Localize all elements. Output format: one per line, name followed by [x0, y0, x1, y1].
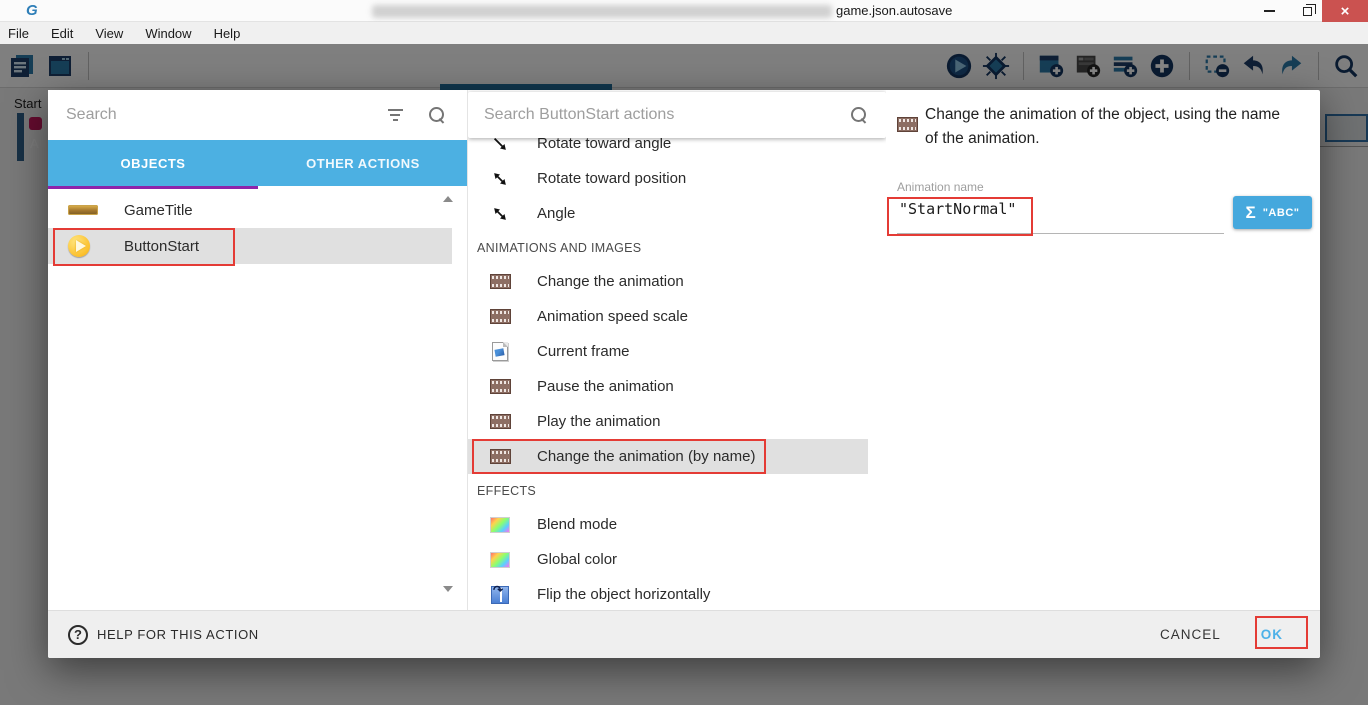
filmstrip-icon [488, 379, 512, 394]
object-row-gametitle[interactable]: GameTitle [48, 192, 452, 228]
restore-button[interactable] [1290, 0, 1324, 22]
action-label: Angle [537, 205, 575, 222]
cancel-button[interactable]: CANCEL [1160, 627, 1221, 642]
input-underline [897, 233, 1224, 234]
filmstrip-icon [488, 449, 512, 464]
scroll-down-icon[interactable] [443, 586, 453, 592]
action-label: Play the animation [537, 413, 660, 430]
object-row-buttonstart[interactable]: ButtonStart [48, 228, 452, 264]
action-label: Current frame [537, 343, 630, 360]
rainbow-icon [488, 552, 512, 568]
search-icon [429, 107, 446, 124]
minimize-button[interactable] [1252, 0, 1286, 22]
actions-search-field[interactable]: Search ButtonStart actions [468, 92, 886, 138]
action-label: Blend mode [537, 516, 617, 533]
close-button[interactable]: × [1322, 0, 1368, 22]
tab-other-actions[interactable]: OTHER ACTIONS [258, 140, 468, 186]
question-mark-icon: ? [68, 625, 88, 645]
object-name: ButtonStart [124, 238, 199, 255]
action-label: Change the animation [537, 273, 684, 290]
action-row-animation-speed-scale[interactable]: Animation speed scale [468, 299, 868, 334]
diagonal-double-arrow-icon [488, 205, 512, 223]
action-parameters-panel: Change the animation of the object, usin… [886, 90, 1320, 610]
action-list: Rotate toward angleRotate toward positio… [468, 90, 868, 610]
menu-edit[interactable]: Edit [40, 22, 84, 44]
sigma-icon: Σ [1246, 203, 1256, 223]
section-header-effects: EFFECTS [468, 474, 868, 507]
gdevelop-logo-icon: G [26, 2, 44, 20]
action-row-rotate-toward-position[interactable]: Rotate toward position [468, 161, 868, 196]
action-label: Animation speed scale [537, 308, 688, 325]
action-row-flip-the-object-horizontally[interactable]: Flip the object horizontally [468, 577, 868, 610]
abc-label: "ABC" [1263, 207, 1300, 219]
action-row-change-the-animation[interactable]: Change the animation [468, 264, 868, 299]
objects-tab-bar: OBJECTSOTHER ACTIONS [48, 140, 468, 186]
menu-window[interactable]: Window [134, 22, 202, 44]
action-row-angle[interactable]: Angle [468, 196, 868, 231]
filter-icon[interactable] [387, 109, 403, 121]
animation-name-input[interactable]: "StartNormal" [899, 200, 1016, 218]
help-label: HELP FOR THIS ACTION [97, 627, 259, 642]
objects-panel: Search OBJECTSOTHER ACTIONS GameTitle But… [48, 90, 468, 610]
action-label: Pause the animation [537, 378, 674, 395]
active-tab-underline [48, 186, 258, 189]
action-row-blend-mode[interactable]: Blend mode [468, 507, 868, 542]
diagonal-double-arrow-icon [488, 170, 512, 188]
expression-editor-button[interactable]: Σ "ABC" [1233, 196, 1312, 229]
window-title: game.json.autosave [836, 3, 952, 18]
action-description: Change the animation of the object, usin… [925, 103, 1290, 151]
filmstrip-icon [488, 309, 512, 324]
action-row-pause-the-animation[interactable]: Pause the animation [468, 369, 868, 404]
action-label: Change the animation (by name) [537, 448, 755, 465]
actions-panel: Rotate toward angleRotate toward positio… [468, 90, 886, 610]
help-button[interactable]: ? HELP FOR THIS ACTION [68, 625, 259, 645]
object-list: GameTitle ButtonStart [48, 192, 452, 264]
gametitle-sprite-icon [68, 205, 102, 215]
menu-bar: FileEditViewWindowHelp [0, 22, 1368, 44]
play-button-sprite-icon [68, 235, 102, 257]
animation-name-label: Animation name [897, 180, 984, 194]
search-icon [851, 107, 868, 124]
objects-search-field[interactable]: Search [48, 90, 468, 140]
filmstrip-icon [488, 274, 512, 289]
filmstrip-icon [488, 414, 512, 429]
dialog-footer: ? HELP FOR THIS ACTION CANCEL OK [48, 610, 1320, 658]
action-row-change-the-animation-by-name-[interactable]: Change the animation (by name) [468, 439, 868, 474]
object-name: GameTitle [124, 202, 193, 219]
menu-help[interactable]: Help [203, 22, 252, 44]
rainbow-icon [488, 517, 512, 533]
section-header-animations-and-images: ANIMATIONS AND IMAGES [468, 231, 868, 264]
menu-file[interactable]: File [0, 22, 40, 44]
frame-icon [488, 342, 512, 361]
action-row-play-the-animation[interactable]: Play the animation [468, 404, 868, 439]
objects-scrollbar[interactable] [440, 194, 455, 594]
ok-button[interactable]: OK [1261, 627, 1283, 642]
filmstrip-icon [897, 117, 918, 132]
blurred-title-path [372, 5, 832, 18]
scroll-up-icon[interactable] [443, 196, 453, 202]
action-row-current-frame[interactable]: Current frame [468, 334, 868, 369]
flip-horizontal-icon [488, 586, 512, 604]
objects-search-placeholder: Search [48, 106, 387, 124]
menu-view[interactable]: View [84, 22, 134, 44]
action-label: Rotate toward position [537, 170, 686, 187]
title-bar: G game.json.autosave × [0, 0, 1368, 22]
action-editor-dialog: Search OBJECTSOTHER ACTIONS GameTitle But… [48, 90, 1320, 658]
action-row-global-color[interactable]: Global color [468, 542, 868, 577]
action-label: Flip the object horizontally [537, 586, 710, 603]
tab-objects[interactable]: OBJECTS [48, 140, 258, 186]
action-label: Global color [537, 551, 617, 568]
actions-search-placeholder: Search ButtonStart actions [468, 106, 851, 124]
